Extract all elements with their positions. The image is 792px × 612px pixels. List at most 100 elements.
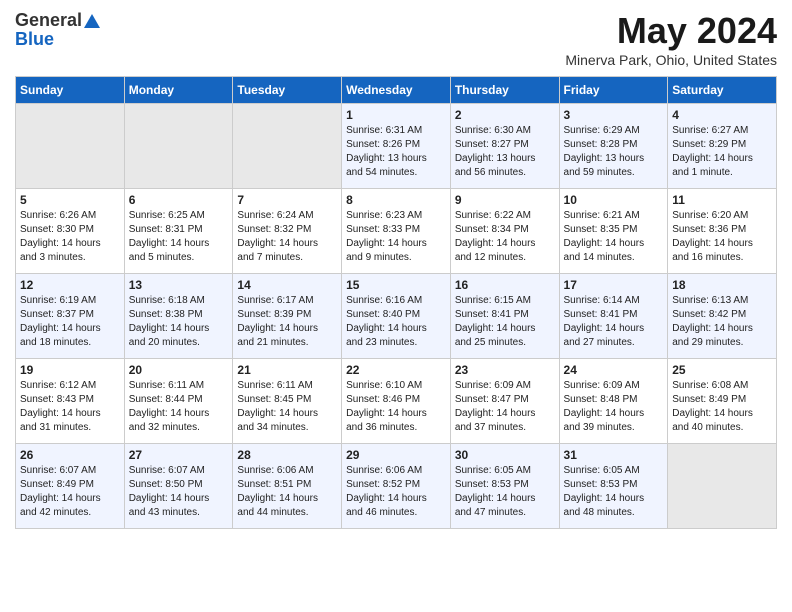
- calendar-cell: 27 Sunrise: 6:07 AM Sunset: 8:50 PM Dayl…: [124, 444, 233, 529]
- sunset-text: Sunset: 8:28 PM: [564, 139, 638, 150]
- day-number: 5: [20, 193, 120, 207]
- calendar-cell: 24 Sunrise: 6:09 AM Sunset: 8:48 PM Dayl…: [559, 359, 668, 444]
- header-row: SundayMondayTuesdayWednesdayThursdayFrid…: [16, 77, 777, 104]
- daylight-text: Daylight: 14 hours and 37 minutes.: [455, 408, 536, 433]
- cell-content: Sunrise: 6:11 AM Sunset: 8:44 PM Dayligh…: [129, 379, 229, 435]
- day-number: 31: [564, 448, 664, 462]
- sunset-text: Sunset: 8:26 PM: [346, 139, 420, 150]
- sunset-text: Sunset: 8:40 PM: [346, 309, 420, 320]
- daylight-text: Daylight: 14 hours and 14 minutes.: [564, 238, 645, 263]
- day-number: 16: [455, 278, 555, 292]
- calendar-cell: 7 Sunrise: 6:24 AM Sunset: 8:32 PM Dayli…: [233, 189, 342, 274]
- sunset-text: Sunset: 8:44 PM: [129, 394, 203, 405]
- cell-content: Sunrise: 6:17 AM Sunset: 8:39 PM Dayligh…: [237, 294, 337, 350]
- calendar-cell: 21 Sunrise: 6:11 AM Sunset: 8:45 PM Dayl…: [233, 359, 342, 444]
- day-number: 17: [564, 278, 664, 292]
- sunrise-text: Sunrise: 6:21 AM: [564, 210, 640, 221]
- day-number: 22: [346, 363, 446, 377]
- daylight-text: Daylight: 14 hours and 42 minutes.: [20, 493, 101, 518]
- logo-general-text: General: [15, 10, 82, 31]
- sunset-text: Sunset: 8:53 PM: [564, 479, 638, 490]
- calendar-cell: 18 Sunrise: 6:13 AM Sunset: 8:42 PM Dayl…: [668, 274, 777, 359]
- daylight-text: Daylight: 14 hours and 34 minutes.: [237, 408, 318, 433]
- day-number: 18: [672, 278, 772, 292]
- sunrise-text: Sunrise: 6:14 AM: [564, 295, 640, 306]
- cell-content: Sunrise: 6:30 AM Sunset: 8:27 PM Dayligh…: [455, 124, 555, 180]
- col-header-monday: Monday: [124, 77, 233, 104]
- cell-content: Sunrise: 6:29 AM Sunset: 8:28 PM Dayligh…: [564, 124, 664, 180]
- calendar-cell: 14 Sunrise: 6:17 AM Sunset: 8:39 PM Dayl…: [233, 274, 342, 359]
- col-header-wednesday: Wednesday: [342, 77, 451, 104]
- day-number: 7: [237, 193, 337, 207]
- calendar-cell: 10 Sunrise: 6:21 AM Sunset: 8:35 PM Dayl…: [559, 189, 668, 274]
- col-header-tuesday: Tuesday: [233, 77, 342, 104]
- daylight-text: Daylight: 14 hours and 48 minutes.: [564, 493, 645, 518]
- daylight-text: Daylight: 14 hours and 20 minutes.: [129, 323, 210, 348]
- col-header-saturday: Saturday: [668, 77, 777, 104]
- cell-content: Sunrise: 6:06 AM Sunset: 8:51 PM Dayligh…: [237, 464, 337, 520]
- daylight-text: Daylight: 13 hours and 56 minutes.: [455, 153, 536, 178]
- sunset-text: Sunset: 8:36 PM: [672, 224, 746, 235]
- sunrise-text: Sunrise: 6:05 AM: [564, 465, 640, 476]
- subtitle: Minerva Park, Ohio, United States: [565, 52, 777, 68]
- sunrise-text: Sunrise: 6:19 AM: [20, 295, 96, 306]
- day-number: 9: [455, 193, 555, 207]
- sunrise-text: Sunrise: 6:24 AM: [237, 210, 313, 221]
- sunset-text: Sunset: 8:50 PM: [129, 479, 203, 490]
- cell-content: Sunrise: 6:23 AM Sunset: 8:33 PM Dayligh…: [346, 209, 446, 265]
- calendar-cell: 3 Sunrise: 6:29 AM Sunset: 8:28 PM Dayli…: [559, 104, 668, 189]
- day-number: 19: [20, 363, 120, 377]
- calendar-cell: 13 Sunrise: 6:18 AM Sunset: 8:38 PM Dayl…: [124, 274, 233, 359]
- daylight-text: Daylight: 14 hours and 46 minutes.: [346, 493, 427, 518]
- sunset-text: Sunset: 8:49 PM: [672, 394, 746, 405]
- cell-content: Sunrise: 6:16 AM Sunset: 8:40 PM Dayligh…: [346, 294, 446, 350]
- logo-triangle-icon: [84, 14, 100, 28]
- week-row-1: 1 Sunrise: 6:31 AM Sunset: 8:26 PM Dayli…: [16, 104, 777, 189]
- daylight-text: Daylight: 14 hours and 43 minutes.: [129, 493, 210, 518]
- daylight-text: Daylight: 13 hours and 54 minutes.: [346, 153, 427, 178]
- day-number: 20: [129, 363, 229, 377]
- daylight-text: Daylight: 14 hours and 12 minutes.: [455, 238, 536, 263]
- sunset-text: Sunset: 8:27 PM: [455, 139, 529, 150]
- sunset-text: Sunset: 8:47 PM: [455, 394, 529, 405]
- day-number: 29: [346, 448, 446, 462]
- day-number: 3: [564, 108, 664, 122]
- daylight-text: Daylight: 14 hours and 27 minutes.: [564, 323, 645, 348]
- sunset-text: Sunset: 8:29 PM: [672, 139, 746, 150]
- cell-content: Sunrise: 6:31 AM Sunset: 8:26 PM Dayligh…: [346, 124, 446, 180]
- calendar-cell: [668, 444, 777, 529]
- cell-content: Sunrise: 6:18 AM Sunset: 8:38 PM Dayligh…: [129, 294, 229, 350]
- day-number: 15: [346, 278, 446, 292]
- main-title: May 2024: [565, 10, 777, 52]
- day-number: 1: [346, 108, 446, 122]
- col-header-thursday: Thursday: [450, 77, 559, 104]
- sunrise-text: Sunrise: 6:30 AM: [455, 125, 531, 136]
- cell-content: Sunrise: 6:20 AM Sunset: 8:36 PM Dayligh…: [672, 209, 772, 265]
- sunrise-text: Sunrise: 6:17 AM: [237, 295, 313, 306]
- sunset-text: Sunset: 8:43 PM: [20, 394, 94, 405]
- daylight-text: Daylight: 13 hours and 59 minutes.: [564, 153, 645, 178]
- calendar-cell: [124, 104, 233, 189]
- calendar-cell: 29 Sunrise: 6:06 AM Sunset: 8:52 PM Dayl…: [342, 444, 451, 529]
- week-row-3: 12 Sunrise: 6:19 AM Sunset: 8:37 PM Dayl…: [16, 274, 777, 359]
- sunrise-text: Sunrise: 6:29 AM: [564, 125, 640, 136]
- cell-content: Sunrise: 6:26 AM Sunset: 8:30 PM Dayligh…: [20, 209, 120, 265]
- sunset-text: Sunset: 8:30 PM: [20, 224, 94, 235]
- cell-content: Sunrise: 6:10 AM Sunset: 8:46 PM Dayligh…: [346, 379, 446, 435]
- daylight-text: Daylight: 14 hours and 36 minutes.: [346, 408, 427, 433]
- sunrise-text: Sunrise: 6:31 AM: [346, 125, 422, 136]
- day-number: 13: [129, 278, 229, 292]
- sunset-text: Sunset: 8:51 PM: [237, 479, 311, 490]
- sunrise-text: Sunrise: 6:06 AM: [237, 465, 313, 476]
- sunset-text: Sunset: 8:41 PM: [564, 309, 638, 320]
- day-number: 11: [672, 193, 772, 207]
- calendar-cell: 30 Sunrise: 6:05 AM Sunset: 8:53 PM Dayl…: [450, 444, 559, 529]
- day-number: 30: [455, 448, 555, 462]
- sunrise-text: Sunrise: 6:12 AM: [20, 380, 96, 391]
- cell-content: Sunrise: 6:22 AM Sunset: 8:34 PM Dayligh…: [455, 209, 555, 265]
- calendar-cell: 11 Sunrise: 6:20 AM Sunset: 8:36 PM Dayl…: [668, 189, 777, 274]
- page-header: General Blue May 2024 Minerva Park, Ohio…: [15, 10, 777, 68]
- day-number: 10: [564, 193, 664, 207]
- daylight-text: Daylight: 14 hours and 7 minutes.: [237, 238, 318, 263]
- sunrise-text: Sunrise: 6:07 AM: [129, 465, 205, 476]
